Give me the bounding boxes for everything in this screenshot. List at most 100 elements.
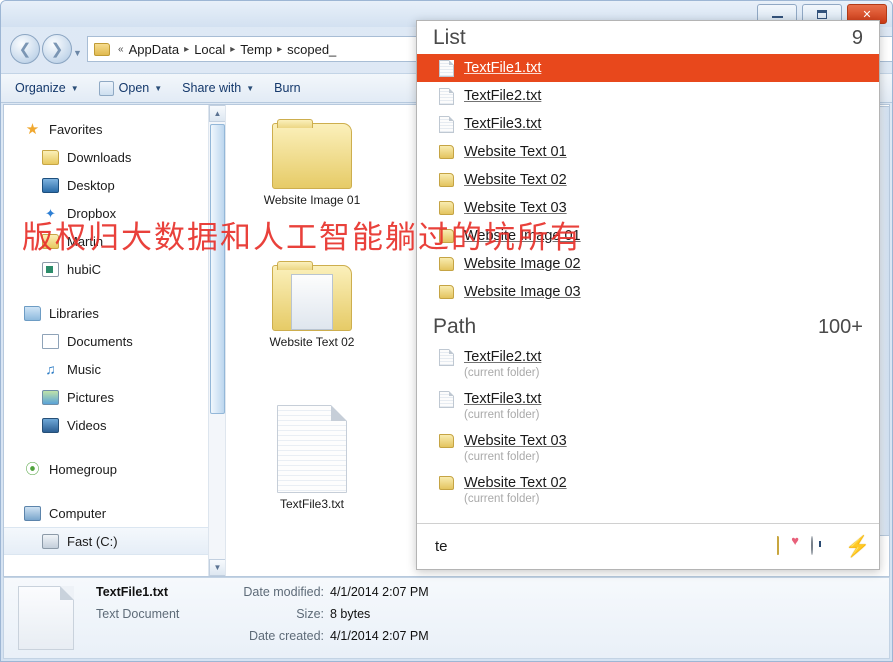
sidebar-item-computer[interactable]: Computer: [4, 499, 225, 527]
autocomplete-popup: List 9 TextFile1.txt TextFile2.txt TextF…: [416, 20, 880, 570]
path-item-textfile3[interactable]: TextFile3.txt (current folder): [417, 385, 879, 426]
details-row-size: Text Document Size: 8 bytes: [96, 607, 429, 629]
share-with-label: Share with: [182, 81, 242, 95]
list-item-website-image-01[interactable]: Website Image 01: [417, 222, 879, 250]
path-item-website-text-03[interactable]: Website Text 03 (current folder): [417, 427, 879, 468]
lightning-bolt-icon[interactable]: ⚡: [845, 537, 870, 557]
popup-results: List 9 TextFile1.txt TextFile2.txt TextF…: [417, 21, 879, 523]
history-clock-icon[interactable]: [811, 535, 831, 557]
file-item-website-text-02[interactable]: Website Text 02: [242, 261, 382, 349]
sidebar-item-favorites[interactable]: ★ Favorites: [4, 115, 225, 143]
list-item-website-image-02[interactable]: Website Image 02: [417, 250, 879, 278]
sidebar-item-dropbox[interactable]: ✦ Dropbox: [4, 199, 225, 227]
sidebar-item-label: Desktop: [67, 177, 115, 193]
list-item-label: Website Image 02: [464, 256, 581, 272]
list-item-textfile1[interactable]: TextFile1.txt: [417, 54, 879, 82]
list-item-label: TextFile3.txt: [464, 116, 542, 132]
details-label: Date created:: [248, 629, 324, 643]
folder-icon: [439, 173, 454, 187]
path-item-textfile2[interactable]: TextFile2.txt (current folder): [417, 343, 879, 384]
address-overflow[interactable]: «: [115, 44, 127, 55]
details-file-name: TextFile1.txt: [96, 585, 169, 599]
sidebar-item-videos[interactable]: Videos: [4, 411, 225, 439]
drive-icon: [42, 533, 59, 549]
sidebar-item-fast-c[interactable]: Fast (C:): [4, 527, 225, 555]
sidebar-item-music[interactable]: ♫ Music: [4, 355, 225, 383]
scroll-down-button[interactable]: ▼: [209, 559, 225, 576]
file-item-textfile3[interactable]: TextFile3.txt: [242, 405, 382, 511]
maximize-icon: [817, 9, 827, 19]
back-arrow-icon: ❮: [18, 40, 32, 58]
sidebar-item-desktop[interactable]: Desktop: [4, 171, 225, 199]
details-text: TextFile1.txt Date modified: 4/1/2014 2:…: [96, 585, 429, 651]
sidebar-item-libraries[interactable]: Libraries: [4, 299, 225, 327]
open-button[interactable]: Open ▼: [98, 80, 162, 96]
library-icon: [24, 305, 41, 321]
breadcrumb-sep-1[interactable]: ▸: [181, 44, 192, 55]
details-pane: TextFile1.txt Date modified: 4/1/2014 2:…: [3, 577, 890, 659]
file-item-website-image-01[interactable]: Website Image 01: [242, 119, 382, 207]
breadcrumb-appdata[interactable]: AppData: [127, 42, 182, 57]
footer-actions: ⚡: [777, 535, 870, 557]
sidebar-item-downloads[interactable]: Downloads: [4, 143, 225, 171]
breadcrumb-sep-2[interactable]: ▸: [227, 44, 238, 55]
text-file-icon: [439, 87, 454, 105]
path-item-sublabel: (current folder): [464, 451, 540, 463]
search-input[interactable]: te: [435, 538, 777, 555]
breadcrumb-scoped[interactable]: scoped_: [285, 42, 338, 57]
list-item-website-text-02[interactable]: Website Text 02: [417, 166, 879, 194]
folder-icon: [439, 285, 454, 299]
forward-button[interactable]: ❯: [42, 34, 72, 64]
path-item-website-text-02[interactable]: Website Text 02 (current folder): [417, 469, 879, 510]
sidebar-item-documents[interactable]: Documents: [4, 327, 225, 355]
sidebar-item-label: Favorites: [49, 121, 103, 137]
folder-stack-icon: [272, 261, 352, 331]
path-item-sublabel: (current folder): [464, 409, 540, 421]
organize-button[interactable]: Organize ▼: [15, 81, 79, 95]
back-button[interactable]: ❮: [10, 34, 40, 64]
burn-button[interactable]: Burn: [274, 81, 300, 95]
sidebar-item-martin[interactable]: Martin: [4, 227, 225, 255]
list-item-label: TextFile1.txt: [464, 60, 542, 76]
sidebar-item-label: Homegroup: [49, 461, 117, 477]
notepad-icon: [98, 80, 114, 96]
desktop-icon: [42, 177, 59, 193]
text-file-icon: [277, 405, 347, 493]
explorer-right-edge: [879, 106, 890, 536]
path-item-label: TextFile2.txt: [464, 349, 542, 365]
details-value: 8 bytes: [330, 607, 371, 621]
text-file-icon: [439, 115, 454, 133]
details-value: 4/1/2014 2:07 PM: [330, 629, 429, 643]
folder-icon: [439, 229, 454, 243]
breadcrumb-local[interactable]: Local: [192, 42, 227, 57]
list-item-website-text-03[interactable]: Website Text 03: [417, 194, 879, 222]
list-item-website-image-03[interactable]: Website Image 03: [417, 278, 879, 306]
sidebar-item-pictures[interactable]: Pictures: [4, 383, 225, 411]
breadcrumb-sep-3[interactable]: ▸: [274, 44, 285, 55]
recent-locations-button[interactable]: ▼: [73, 48, 82, 58]
text-file-icon: [439, 348, 454, 366]
folder-icon: [439, 145, 454, 159]
details-label: Size:: [296, 607, 324, 621]
list-item-textfile3[interactable]: TextFile3.txt: [417, 110, 879, 138]
breadcrumb-temp[interactable]: Temp: [238, 42, 274, 57]
sidebar-item-label: Computer: [49, 505, 107, 521]
document-icon: [42, 333, 59, 349]
scroll-up-button[interactable]: ▲: [209, 105, 225, 122]
sidebar-item-hubic[interactable]: hubiC: [4, 255, 225, 283]
file-item-label: Website Text 02: [269, 335, 355, 349]
list-item-website-text-01[interactable]: Website Text 01: [417, 138, 879, 166]
list-item-label: Website Text 01: [464, 144, 567, 160]
favorites-folder-icon[interactable]: [777, 535, 797, 557]
sidebar-item-label: Libraries: [49, 305, 99, 321]
sidebar-item-homegroup[interactable]: ⦿ Homegroup: [4, 455, 225, 483]
list-item-label: Website Image 03: [464, 284, 581, 300]
folder-icon: [94, 42, 110, 56]
path-section-title: Path: [433, 315, 477, 338]
share-with-button[interactable]: Share with ▼: [182, 81, 254, 95]
sidebar-scrollbar[interactable]: ▲ ▼: [208, 105, 225, 576]
burn-label: Burn: [274, 81, 301, 95]
list-item-textfile2[interactable]: TextFile2.txt: [417, 82, 879, 110]
scrollbar-thumb[interactable]: [210, 124, 225, 414]
